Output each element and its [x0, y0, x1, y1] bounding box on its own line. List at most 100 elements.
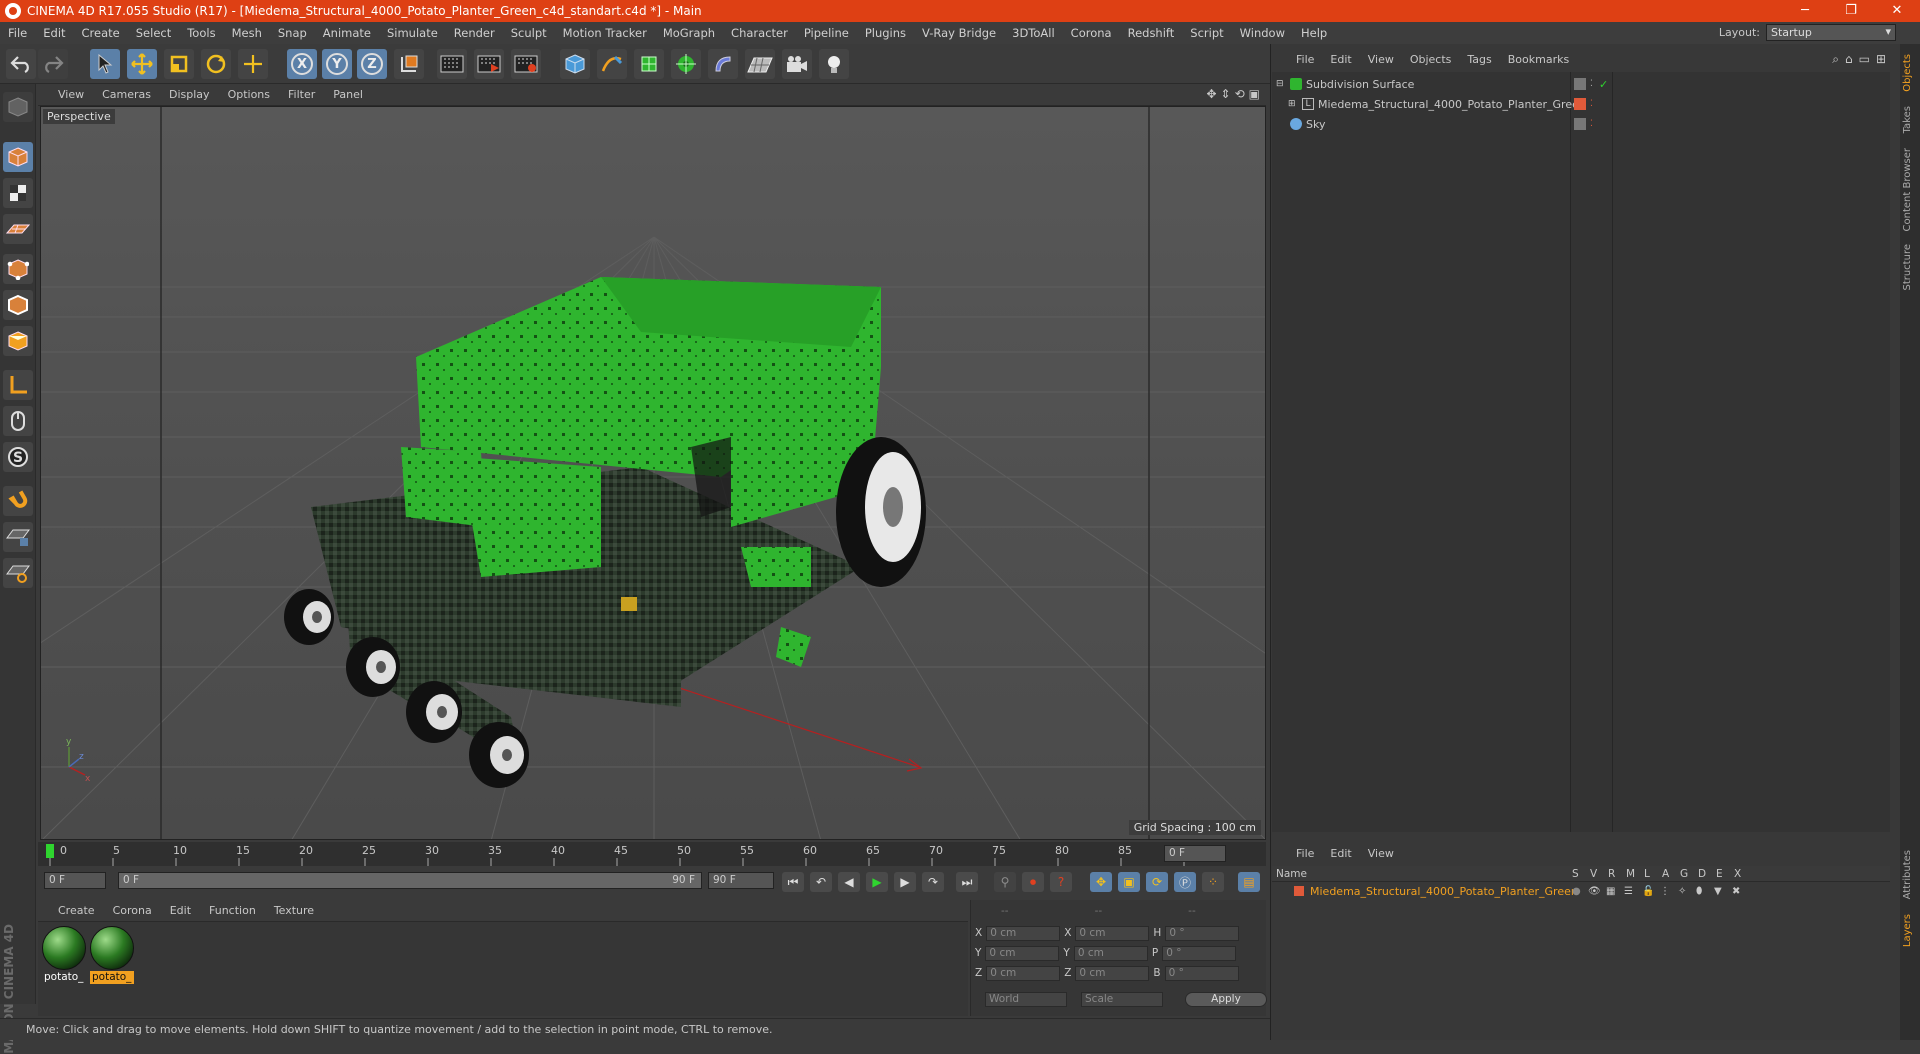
visibility-dots-icon[interactable]: ⁚: [1590, 79, 1593, 89]
viewport-move-icon[interactable]: ✥: [1206, 87, 1216, 101]
viewport-zoom-icon[interactable]: ⇕: [1221, 87, 1231, 101]
material-menu-edit[interactable]: Edit: [161, 904, 200, 917]
layer-manager-icon[interactable]: ☰: [1624, 886, 1633, 897]
make-editable-icon[interactable]: [3, 92, 33, 122]
record-position-icon[interactable]: ✥: [1090, 872, 1112, 892]
menu-snap[interactable]: Snap: [270, 26, 315, 40]
menu-mograph[interactable]: MoGraph: [655, 26, 723, 40]
menu-animate[interactable]: Animate: [315, 26, 379, 40]
planar-workplane-icon[interactable]: [3, 558, 33, 588]
tab-attributes[interactable]: Attributes: [1902, 850, 1918, 899]
goto-start-icon[interactable]: ⏮: [782, 872, 804, 892]
undo-icon[interactable]: [6, 49, 36, 79]
layout-dropdown[interactable]: Startup: [1766, 24, 1896, 41]
viewport-menu-filter[interactable]: Filter: [279, 88, 324, 101]
home-icon[interactable]: ⌂: [1845, 52, 1853, 67]
floor-icon[interactable]: [745, 49, 775, 79]
record-keys-icon[interactable]: ⚲: [994, 872, 1016, 892]
edges-mode-icon[interactable]: [3, 290, 33, 320]
render-picture-viewer-icon[interactable]: [474, 49, 504, 79]
previous-frame-icon[interactable]: ◀: [838, 872, 860, 892]
magnet-icon[interactable]: [3, 486, 33, 516]
viewport-maximize-icon[interactable]: ▣: [1249, 87, 1260, 101]
layer-row[interactable]: Miedema_Structural_4000_Potato_Planter_G…: [1272, 882, 1890, 900]
menu-3dtoall[interactable]: 3DToAll: [1004, 26, 1063, 40]
material-menu-texture[interactable]: Texture: [265, 904, 323, 917]
cube-primitive-icon[interactable]: [560, 49, 590, 79]
layer-generators-icon[interactable]: ✧: [1678, 886, 1686, 897]
menu-pipeline[interactable]: Pipeline: [796, 26, 857, 40]
object-row-potato-planter[interactable]: ⊞ L Miedema_Structural_4000_Potato_Plant…: [1272, 94, 1890, 114]
render-view-icon[interactable]: [437, 49, 467, 79]
layer-animation-icon[interactable]: ⋮: [1660, 886, 1670, 897]
y-axis-lock-button[interactable]: Y: [322, 49, 352, 79]
menu-mesh[interactable]: Mesh: [224, 26, 270, 40]
menu-render[interactable]: Render: [446, 26, 503, 40]
timeline-window-icon[interactable]: ▤: [1238, 872, 1260, 892]
layer-color-icon[interactable]: [1574, 98, 1586, 110]
coords-apply-button[interactable]: Apply: [1185, 991, 1267, 1007]
goto-next-key-icon[interactable]: ↷: [922, 872, 944, 892]
menu-simulate[interactable]: Simulate: [379, 26, 446, 40]
material-menu-function[interactable]: Function: [200, 904, 265, 917]
object-menu-view[interactable]: View: [1360, 53, 1402, 66]
tab-structure[interactable]: Structure: [1902, 244, 1918, 291]
polygons-mode-icon[interactable]: [3, 326, 33, 356]
maximize-button[interactable]: ❐: [1828, 0, 1874, 22]
viewport-menu-view[interactable]: View: [38, 88, 93, 101]
spline-pen-icon[interactable]: [597, 49, 627, 79]
expand-icon[interactable]: ⊞: [1876, 52, 1886, 67]
menu-corona[interactable]: Corona: [1063, 26, 1120, 40]
coords-pos-z-field[interactable]: 0 cm: [986, 965, 1061, 981]
material-swatch[interactable]: potato_: [42, 926, 86, 984]
viewport-rotate-icon[interactable]: ⟲: [1235, 87, 1245, 101]
tab-content-browser[interactable]: Content Browser: [1902, 148, 1918, 231]
autokey-icon[interactable]: ⏺: [1022, 872, 1044, 892]
locked-workplane-icon[interactable]: [3, 522, 33, 552]
minimize-button[interactable]: ─: [1782, 0, 1828, 22]
coords-rot-p-field[interactable]: 0 °: [1162, 945, 1237, 961]
layer-menu-file[interactable]: File: [1278, 847, 1322, 860]
rotate-tool-icon[interactable]: [201, 49, 231, 79]
goto-previous-key-icon[interactable]: ↶: [810, 872, 832, 892]
deformer-icon[interactable]: [708, 49, 738, 79]
tree-toggle-icon[interactable]: ⊞: [1288, 99, 1296, 109]
layer-lock-icon[interactable]: 🔓: [1642, 886, 1654, 897]
layer-color-icon[interactable]: [1294, 886, 1304, 896]
visibility-dots-icon[interactable]: ⁚: [1590, 119, 1593, 129]
object-menu-objects[interactable]: Objects: [1402, 53, 1460, 66]
perspective-viewport[interactable]: y x z Perspective Grid Spacing : 100 cm: [40, 106, 1266, 840]
coords-rot-h-field[interactable]: 0 °: [1165, 925, 1240, 941]
material-menu-corona[interactable]: Corona: [104, 904, 161, 917]
menu-motion-tracker[interactable]: Motion Tracker: [555, 26, 655, 40]
menu-plugins[interactable]: Plugins: [857, 26, 914, 40]
menu-sculpt[interactable]: Sculpt: [503, 26, 555, 40]
goto-end-icon[interactable]: ⏭: [956, 872, 978, 892]
record-rotation-icon[interactable]: ⟳: [1146, 872, 1168, 892]
tab-objects[interactable]: Objects: [1902, 54, 1918, 92]
object-row-sky[interactable]: Sky ⁚: [1272, 114, 1890, 134]
menu-redshift[interactable]: Redshift: [1120, 26, 1183, 40]
menu-file[interactable]: File: [0, 26, 35, 40]
menu-create[interactable]: Create: [74, 26, 128, 40]
tree-toggle-icon[interactable]: ⊟: [1276, 79, 1284, 89]
tab-layers[interactable]: Layers: [1902, 914, 1918, 947]
x-axis-lock-button[interactable]: X: [287, 49, 317, 79]
menu-script[interactable]: Script: [1182, 26, 1231, 40]
layer-tag-icon[interactable]: [1574, 118, 1586, 130]
coords-size-x-field[interactable]: 0 cm: [1075, 925, 1150, 941]
model-mode-icon[interactable]: [3, 142, 33, 172]
collapse-icon[interactable]: ▭: [1859, 52, 1870, 67]
light-icon[interactable]: [819, 49, 849, 79]
redo-icon[interactable]: [38, 49, 68, 79]
start-frame-field[interactable]: 0 F: [44, 872, 106, 889]
coords-size-z-field[interactable]: 0 cm: [1075, 965, 1150, 981]
coordinate-system-icon[interactable]: [394, 49, 424, 79]
scale-tool-icon[interactable]: [164, 49, 194, 79]
coords-pos-x-field[interactable]: 0 cm: [986, 925, 1061, 941]
menu-help[interactable]: Help: [1293, 26, 1335, 40]
coords-size-y-field[interactable]: 0 cm: [1073, 945, 1148, 961]
live-selection-icon[interactable]: [90, 49, 120, 79]
camera-icon[interactable]: [782, 49, 812, 79]
object-row-subdivision-surface[interactable]: ⊟ Subdivision Surface ⁚ ✓: [1272, 74, 1890, 94]
